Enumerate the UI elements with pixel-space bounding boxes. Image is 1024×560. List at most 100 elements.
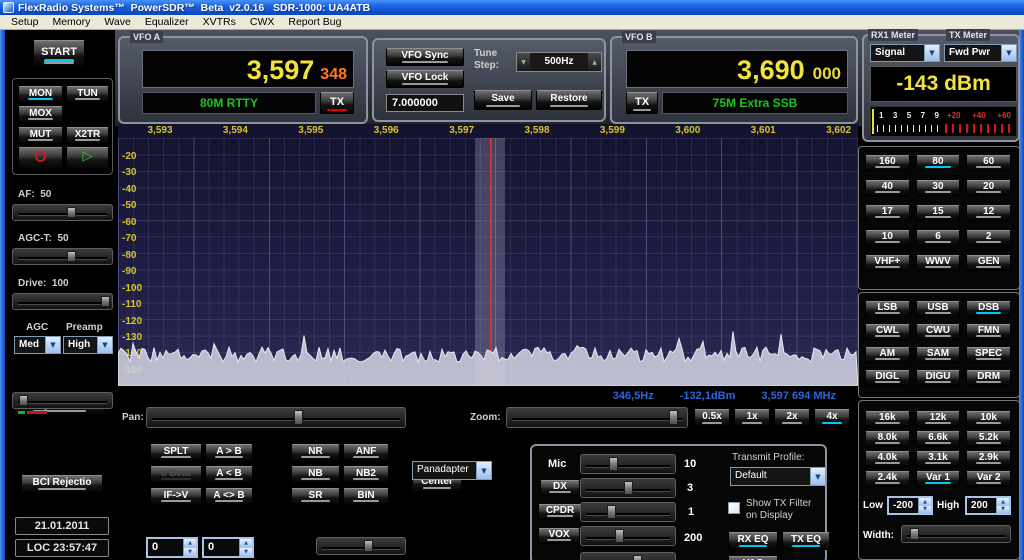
filter-var-1[interactable]: Var 1 [916, 471, 961, 487]
filter-16k[interactable]: 16k [865, 411, 910, 427]
filter-var-2[interactable]: Var 2 [966, 471, 1011, 487]
filter-3.1k[interactable]: 3.1k [916, 451, 961, 467]
tx-meter-select-arrow-icon[interactable]: ▼ [1001, 45, 1016, 61]
tx-eq-button[interactable]: TX EQ [782, 532, 830, 550]
multirx-pan-slider-handle[interactable] [364, 540, 373, 552]
cpdr-slider[interactable] [580, 502, 676, 522]
rit-down-icon[interactable]: ▼ [240, 548, 252, 557]
cpdr-slider-handle[interactable] [607, 505, 616, 519]
xit-spinner[interactable]: 0 ▲▼ [146, 537, 198, 558]
tune-step-up-button[interactable]: ▲ [588, 53, 601, 71]
menu-cwx[interactable]: CWX [243, 15, 282, 29]
x2tr-button[interactable]: X2TR [66, 127, 109, 144]
dsp-sr[interactable]: SR [291, 488, 340, 505]
menu-setup[interactable]: Setup [4, 15, 45, 29]
drive-slider-handle[interactable] [101, 296, 110, 307]
tun-button[interactable]: TUN [66, 86, 109, 103]
vfo-b-tx-button[interactable]: TX [626, 92, 658, 114]
dx-slider-handle[interactable] [624, 481, 633, 495]
band-80[interactable]: 80 [916, 155, 961, 171]
transmit-profile-select[interactable]: Default ▼ [730, 467, 826, 486]
zoom-preset-4x[interactable]: 4x [814, 409, 850, 427]
vfo-op-0-beat[interactable]: 0 Beat [150, 466, 202, 483]
mode-cwl[interactable]: CWL [865, 324, 910, 340]
band-17[interactable]: 17 [865, 205, 910, 221]
band-wwv[interactable]: WWV [916, 255, 961, 271]
zoom-slider[interactable] [506, 407, 688, 428]
mode-drm[interactable]: DRM [966, 370, 1011, 386]
save-button[interactable]: Save [474, 90, 532, 110]
tx-meter-select[interactable]: Fwd Pwr ▼ [944, 44, 1017, 62]
filter-4.0k[interactable]: 4.0k [865, 451, 910, 467]
band-gen[interactable]: GEN [966, 255, 1011, 271]
filter-width-slider[interactable] [901, 525, 1011, 543]
zoom-preset-2x[interactable]: 2x [774, 409, 810, 427]
mic-slider-handle[interactable] [609, 457, 618, 471]
vfo-a-tx-button[interactable]: TX [320, 92, 354, 114]
filter-high-up-icon[interactable]: ▲ [997, 498, 1009, 506]
filter-high-spinner[interactable]: 200 ▲▼ [965, 496, 1011, 515]
filter-5.2k[interactable]: 5.2k [966, 431, 1011, 447]
dsp-bin[interactable]: BIN [343, 488, 389, 505]
filter-2.9k[interactable]: 2.9k [966, 451, 1011, 467]
menu-wave[interactable]: Wave [97, 15, 137, 29]
display-mode-select-arrow-icon[interactable]: ▼ [476, 462, 491, 479]
squelch-slider[interactable] [12, 392, 113, 409]
mode-digl[interactable]: DIGL [865, 370, 910, 386]
dsp-nb2[interactable]: NB2 [343, 466, 389, 483]
rit-up-icon[interactable]: ▲ [240, 539, 252, 548]
mode-lsb[interactable]: LSB [865, 301, 910, 317]
zoom-preset-1x[interactable]: 1x [734, 409, 770, 427]
band-6[interactable]: 6 [916, 230, 961, 246]
dx-slider[interactable] [580, 478, 676, 498]
vfo-b-frequency-display[interactable]: 3,690 000 [626, 50, 848, 88]
menu-equalizer[interactable]: Equalizer [138, 15, 196, 29]
filter-8.0k[interactable]: 8.0k [865, 431, 910, 447]
af-slider-handle[interactable] [67, 207, 76, 218]
tune-step-down-button[interactable]: ▼ [517, 53, 530, 71]
frequency-entry-field[interactable]: 7.000000 [386, 94, 464, 112]
pan-slider-handle[interactable] [294, 410, 303, 425]
preamp-select[interactable]: High ▼ [63, 336, 113, 354]
extra-tx-slider[interactable] [580, 552, 676, 560]
band-30[interactable]: 30 [916, 180, 961, 196]
rit-spinner[interactable]: 0 ▲▼ [202, 537, 254, 558]
squelch-slider-handle[interactable] [19, 395, 28, 406]
vox-button[interactable]: VOX [538, 528, 580, 544]
band-15[interactable]: 15 [916, 205, 961, 221]
filter-low-up-icon[interactable]: ▲ [919, 498, 931, 506]
display-mode-select[interactable]: Panadapter ▼ [412, 461, 492, 480]
rx1-meter-select-arrow-icon[interactable]: ▼ [924, 45, 939, 61]
vac-button[interactable]: VAC [728, 556, 778, 560]
restore-button[interactable]: Restore [536, 90, 602, 110]
xit-down-icon[interactable]: ▼ [184, 548, 196, 557]
vfo-lock-button[interactable]: VFO Lock [386, 70, 464, 88]
filter-10k[interactable]: 10k [966, 411, 1011, 427]
rx1-meter-select[interactable]: Signal ▼ [870, 44, 940, 62]
mic-slider[interactable] [580, 454, 676, 474]
rx-eq-button[interactable]: RX EQ [728, 532, 778, 550]
filter-12k[interactable]: 12k [916, 411, 961, 427]
mode-usb[interactable]: USB [916, 301, 961, 317]
extra-tx-slider-handle[interactable] [633, 555, 642, 560]
tune-step-selector[interactable]: ▼ 500Hz ▲ [516, 52, 602, 72]
dsp-nr[interactable]: NR [291, 444, 340, 461]
band-12[interactable]: 12 [966, 205, 1011, 221]
pan-slider[interactable] [146, 407, 406, 428]
filter-high-down-icon[interactable]: ▼ [997, 506, 1009, 514]
menu-xvtrs[interactable]: XVTRs [196, 15, 243, 29]
vfo-op-a-b[interactable]: A < B [205, 466, 253, 483]
menu-memory[interactable]: Memory [45, 15, 97, 29]
filter-low-spinner[interactable]: -200 ▲▼ [887, 496, 933, 515]
bci-rejection-button[interactable]: BCI Rejectio [21, 475, 103, 493]
filter-2.4k[interactable]: 2.4k [865, 471, 910, 487]
cpdr-button[interactable]: CPDR [538, 504, 582, 520]
band-2[interactable]: 2 [966, 230, 1011, 246]
band-10[interactable]: 10 [865, 230, 910, 246]
vfo-op-a-b[interactable]: A <> B [205, 488, 253, 505]
record-button[interactable] [18, 147, 63, 169]
multirx-pan-slider[interactable] [316, 537, 406, 555]
drive-slider[interactable] [12, 293, 113, 310]
band-20[interactable]: 20 [966, 180, 1011, 196]
menu-report-bug[interactable]: Report Bug [281, 15, 348, 29]
